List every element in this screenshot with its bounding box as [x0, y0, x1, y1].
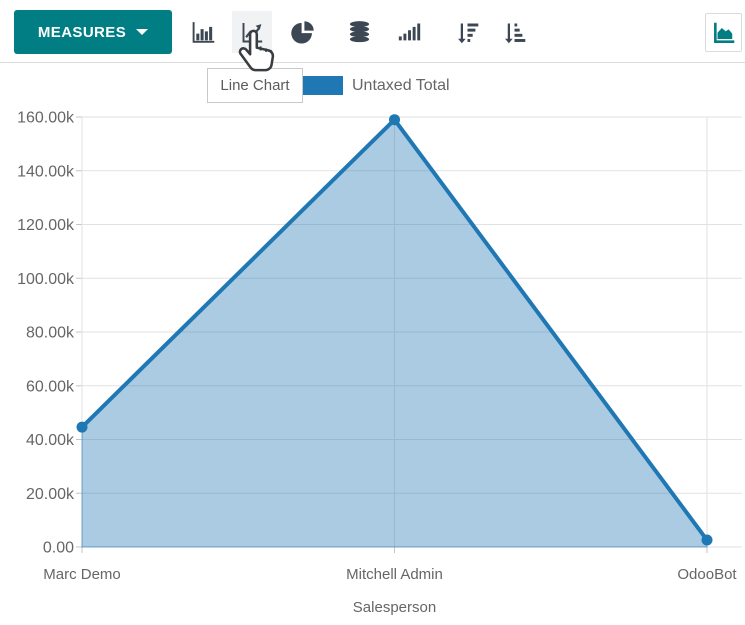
y-tick-label: 120.00k	[17, 217, 75, 234]
x-axis-title: Salesperson	[353, 599, 436, 616]
data-point[interactable]	[702, 535, 713, 546]
data-point[interactable]	[77, 422, 88, 433]
tooltip-text: Line Chart	[220, 77, 289, 94]
y-tick-label: 80.00k	[26, 325, 75, 342]
x-tick-label: Mitchell Admin	[346, 566, 443, 583]
legend-item[interactable]: Untaxed Total	[300, 76, 450, 95]
legend-label: Untaxed Total	[352, 77, 450, 95]
y-tick-label: 100.00k	[17, 271, 75, 288]
y-tick-label: 20.00k	[26, 486, 75, 503]
legend-swatch	[300, 76, 343, 95]
y-tick-label: 0.00	[43, 540, 74, 557]
y-tick-label: 140.00k	[17, 163, 75, 180]
data-point[interactable]	[389, 114, 400, 125]
x-tick-label: Marc Demo	[43, 566, 121, 583]
graph-view: 0.00 20.00k 40.00k 60.00k 80.00k 100.00k 120.0…	[0, 0, 745, 625]
tooltip: Line Chart	[207, 68, 303, 103]
y-tick-label: 60.00k	[26, 378, 75, 395]
y-tick-label: 40.00k	[26, 432, 75, 449]
y-tick-label: 160.00k	[17, 110, 75, 127]
x-tick-label: OdooBot	[677, 566, 737, 583]
